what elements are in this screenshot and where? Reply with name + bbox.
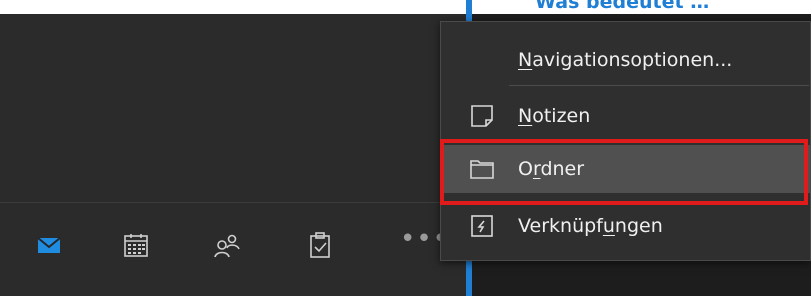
navigation-context-menu: Navigationsoptionen... Notizen Ordner Ve… xyxy=(440,21,811,261)
menu-item-label: Navigationsoptionen... xyxy=(518,49,733,71)
menu-item-notes[interactable]: Notizen xyxy=(441,92,810,140)
menu-separator xyxy=(509,85,809,86)
menu-item-navigation-options[interactable]: Navigationsoptionen... xyxy=(441,36,810,84)
menu-item-folders[interactable]: Ordner xyxy=(441,145,810,193)
mail-icon[interactable] xyxy=(35,231,63,259)
menu-item-label: Notizen xyxy=(518,105,591,127)
menu-item-shortcuts[interactable]: Verknüpfungen xyxy=(441,202,810,250)
folder-icon xyxy=(469,156,495,182)
notes-icon xyxy=(469,103,495,129)
preview-title: Was bedeutet … xyxy=(535,0,710,13)
calendar-icon[interactable] xyxy=(122,231,150,259)
menu-item-label: Verknüpfungen xyxy=(518,215,663,237)
shortcuts-icon xyxy=(469,213,495,239)
tasks-icon[interactable] xyxy=(306,231,334,259)
menu-item-label: Ordner xyxy=(518,158,585,180)
people-icon[interactable] xyxy=(213,231,241,259)
